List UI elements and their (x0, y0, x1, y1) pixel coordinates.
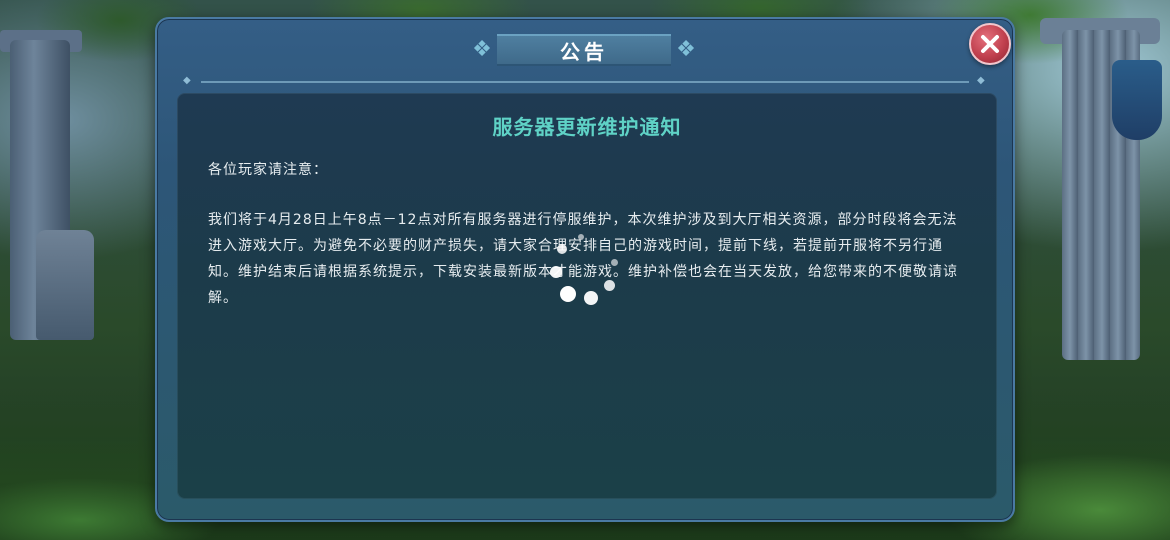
stone-statue-left (36, 230, 94, 340)
close-button[interactable] (969, 23, 1011, 65)
shield-decoration (1112, 60, 1162, 140)
dialog-title-bar: ❖ 公告 ❖ (467, 32, 701, 68)
spinner-dot (611, 259, 618, 266)
divider-line (201, 81, 969, 83)
spinner-dot (557, 244, 567, 254)
title-divider: ◆ ◆ (179, 76, 991, 86)
notice-greeting: 各位玩家请注意： (208, 162, 328, 178)
spinner-dot (578, 234, 584, 240)
spinner-dot (550, 266, 562, 278)
loading-spinner-icon (545, 230, 625, 310)
dialog-title: 公告 (497, 34, 671, 66)
divider-cap-left-icon: ◆ (183, 75, 191, 86)
ornament-left-icon: ❖ (472, 37, 492, 62)
spinner-dot (560, 286, 576, 302)
close-x-icon (981, 35, 999, 53)
notice-heading: 服务器更新维护通知 (492, 115, 682, 139)
spinner-dot (584, 291, 598, 305)
ornament-right-icon: ❖ (676, 37, 696, 62)
divider-cap-right-icon: ◆ (977, 75, 985, 86)
spinner-dot (604, 280, 615, 291)
